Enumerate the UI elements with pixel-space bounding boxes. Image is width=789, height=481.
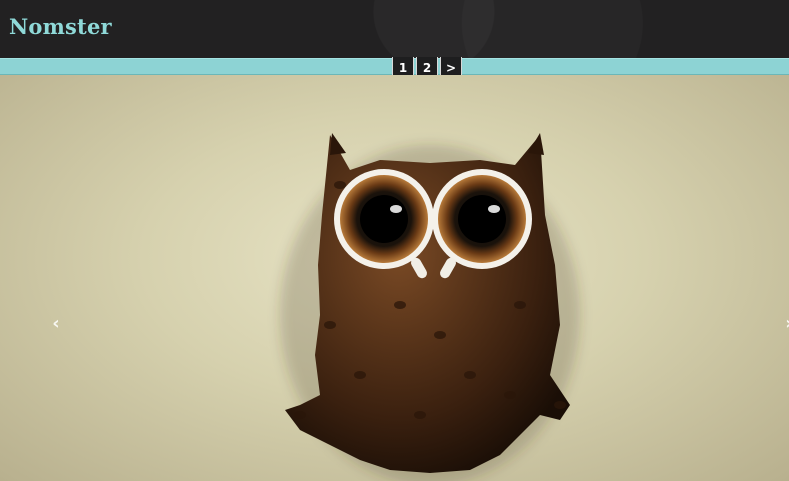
hero-carousel: ‹ › [0, 75, 789, 481]
carousel-next-button[interactable]: › [781, 311, 789, 335]
coffee-owl-image [280, 133, 580, 481]
page-2-button[interactable]: 2 [416, 57, 438, 77]
site-header: Nomster [0, 0, 789, 58]
site-logo[interactable]: Nomster [9, 14, 112, 39]
carousel-prev-button[interactable]: ‹ [48, 311, 64, 335]
chevron-right-icon: › [785, 313, 789, 334]
next-page-button[interactable]: > [440, 57, 462, 77]
page-1-button[interactable]: 1 [392, 57, 414, 77]
pagination: 1 2 > [392, 57, 462, 77]
chevron-left-icon: ‹ [52, 312, 60, 334]
